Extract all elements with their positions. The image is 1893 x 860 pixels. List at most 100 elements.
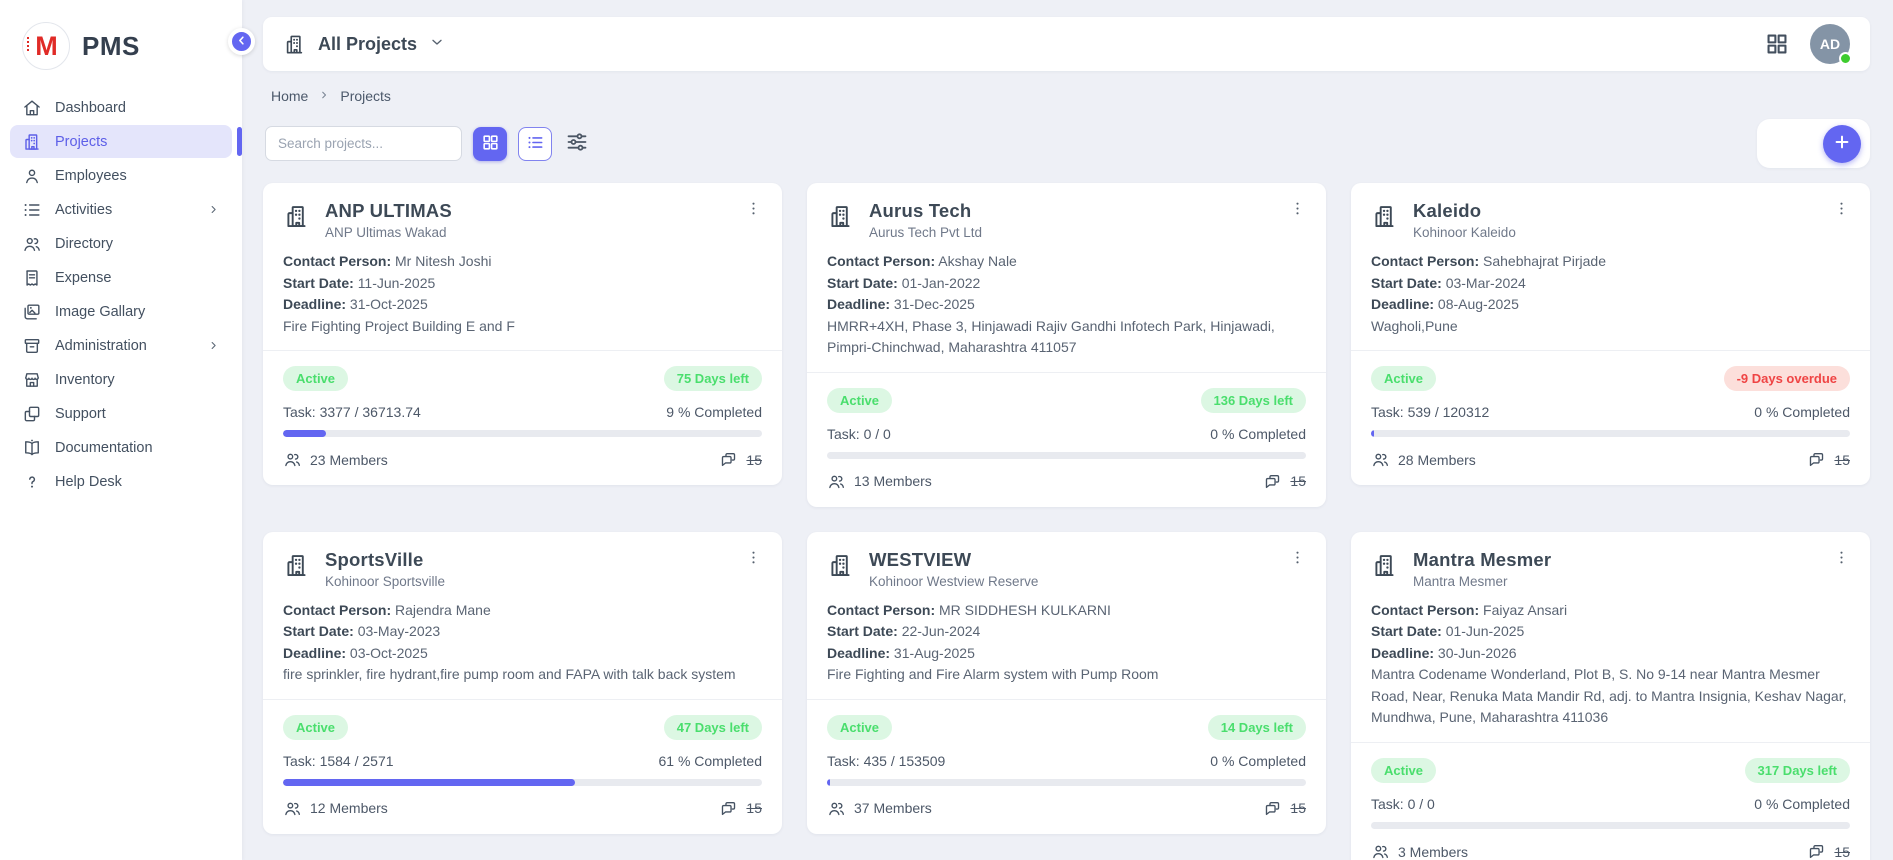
completed-percent: 0 % Completed	[1210, 753, 1306, 769]
sidebar-item-employees[interactable]: Employees	[10, 159, 232, 192]
filter-button[interactable]	[560, 127, 594, 161]
comments-group[interactable]: 15	[719, 799, 762, 818]
days-left-badge: -9 Days overdue	[1724, 366, 1850, 391]
sidebar-item-documentation[interactable]: Documentation	[10, 431, 232, 464]
sidebar-item-label: Documentation	[55, 440, 153, 456]
comments-group[interactable]: 15	[1263, 799, 1306, 818]
task-count: Task: 0 / 0	[1371, 796, 1435, 812]
grid-view-icon	[481, 133, 500, 155]
chat-icon	[1263, 799, 1282, 818]
comments-count: 15	[1290, 800, 1306, 816]
sidebar-item-directory[interactable]: Directory	[10, 227, 232, 260]
project-description: Fire Fighting and Fire Alarm system with…	[827, 664, 1306, 686]
kebab-icon	[1833, 554, 1850, 569]
kebab-icon	[745, 554, 762, 569]
apps-grid-icon[interactable]	[1764, 31, 1790, 57]
sidebar-item-label: Dashboard	[55, 100, 126, 116]
sidebar-item-support[interactable]: Support	[10, 397, 232, 430]
project-card: Mantra Mesmer Mantra Mesmer Contact Pers…	[1351, 532, 1870, 860]
grid-view-button[interactable]	[473, 127, 507, 161]
deadline-row: Deadline: 03-Oct-2025	[283, 643, 762, 665]
comments-group[interactable]: 15	[1263, 472, 1306, 491]
project-subtitle: Kohinoor Sportsville	[325, 574, 726, 589]
kebab-icon	[745, 205, 762, 220]
comments-group[interactable]: 15	[719, 450, 762, 469]
gallery-icon	[22, 302, 42, 322]
kebab-icon	[1833, 205, 1850, 220]
sidebar-item-dashboard[interactable]: Dashboard	[10, 91, 232, 124]
comments-count: 15	[1834, 452, 1850, 468]
project-description: Wagholi,Pune	[1371, 316, 1850, 338]
main-content: All Projects AD Home Projects	[242, 0, 1893, 860]
start-date-row: Start Date: 22-Jun-2024	[827, 621, 1306, 643]
sidebar-item-inventory[interactable]: Inventory	[10, 363, 232, 396]
archive-icon	[22, 336, 42, 356]
card-menu-button[interactable]	[1829, 547, 1854, 571]
members-group[interactable]: 23 Members	[283, 450, 388, 469]
card-menu-button[interactable]	[1285, 547, 1310, 571]
app-logo: M PMS	[0, 0, 242, 88]
breadcrumb-home[interactable]: Home	[271, 88, 308, 104]
sidebar-item-label: Help Desk	[55, 474, 122, 490]
project-card: ANP ULTIMAS ANP Ultimas Wakad Contact Pe…	[263, 183, 782, 485]
members-group[interactable]: 28 Members	[1371, 450, 1476, 469]
deadline-row: Deadline: 31-Aug-2025	[827, 643, 1306, 665]
status-badge: Active	[283, 366, 348, 391]
chat-icon	[1263, 472, 1282, 491]
topbar: All Projects AD	[263, 17, 1870, 71]
card-menu-button[interactable]	[1285, 198, 1310, 222]
sidebar-item-activities[interactable]: Activities	[10, 193, 232, 226]
project-title: Mantra Mesmer	[1413, 549, 1814, 571]
search-input[interactable]	[265, 126, 462, 161]
help-icon	[22, 472, 42, 492]
status-badge: Active	[827, 388, 892, 413]
card-menu-button[interactable]	[741, 198, 766, 222]
project-title: SportsVille	[325, 549, 726, 571]
card-menu-button[interactable]	[1829, 198, 1854, 222]
copy-icon	[22, 404, 42, 424]
status-badge: Active	[827, 715, 892, 740]
sidebar-item-administration[interactable]: Administration	[10, 329, 232, 362]
sidebar-item-label: Inventory	[55, 372, 115, 388]
project-subtitle: Aurus Tech Pvt Ltd	[869, 225, 1270, 240]
progress-bar	[1371, 430, 1850, 437]
members-group[interactable]: 37 Members	[827, 799, 932, 818]
card-menu-button[interactable]	[741, 547, 766, 571]
project-subtitle: Kohinoor Kaleido	[1413, 225, 1814, 240]
user-avatar[interactable]: AD	[1810, 24, 1850, 64]
progress-bar-fill	[1371, 430, 1374, 437]
list-icon	[22, 200, 42, 220]
comments-group[interactable]: 15	[1807, 842, 1850, 860]
comments-group[interactable]: 15	[1807, 450, 1850, 469]
contact-person-row: Contact Person: Sahebhajrat Pirjade	[1371, 251, 1850, 273]
members-group[interactable]: 13 Members	[827, 472, 932, 491]
project-title: Kaleido	[1413, 200, 1814, 222]
building-icon	[1371, 203, 1398, 230]
add-project-container	[1757, 119, 1870, 168]
add-project-button[interactable]	[1823, 125, 1861, 163]
progress-bar	[827, 452, 1306, 459]
days-left-badge: 317 Days left	[1745, 758, 1851, 783]
members-group[interactable]: 12 Members	[283, 799, 388, 818]
sidebar-item-expense[interactable]: Expense	[10, 261, 232, 294]
sidebar-item-label: Activities	[55, 202, 112, 218]
people-icon	[22, 234, 42, 254]
sidebar-item-label: Employees	[55, 168, 127, 184]
task-count: Task: 0 / 0	[827, 426, 891, 442]
start-date-row: Start Date: 03-Mar-2024	[1371, 273, 1850, 295]
sidebar-item-image-gallary[interactable]: Image Gallary	[10, 295, 232, 328]
completed-percent: 0 % Completed	[1210, 426, 1306, 442]
completed-percent: 9 % Completed	[666, 404, 762, 420]
completed-percent: 0 % Completed	[1754, 796, 1850, 812]
people-icon	[1371, 842, 1390, 860]
list-view-button[interactable]	[518, 127, 552, 161]
project-scope-dropdown[interactable]: All Projects	[283, 33, 445, 56]
members-group[interactable]: 3 Members	[1371, 842, 1468, 860]
sidebar-item-help-desk[interactable]: Help Desk	[10, 465, 232, 498]
kebab-icon	[1289, 554, 1306, 569]
sidebar-collapse-button[interactable]	[228, 28, 255, 55]
card-divider	[263, 699, 782, 700]
chat-icon	[1807, 450, 1826, 469]
sidebar-item-projects[interactable]: Projects	[10, 125, 232, 158]
home-icon	[22, 98, 42, 118]
